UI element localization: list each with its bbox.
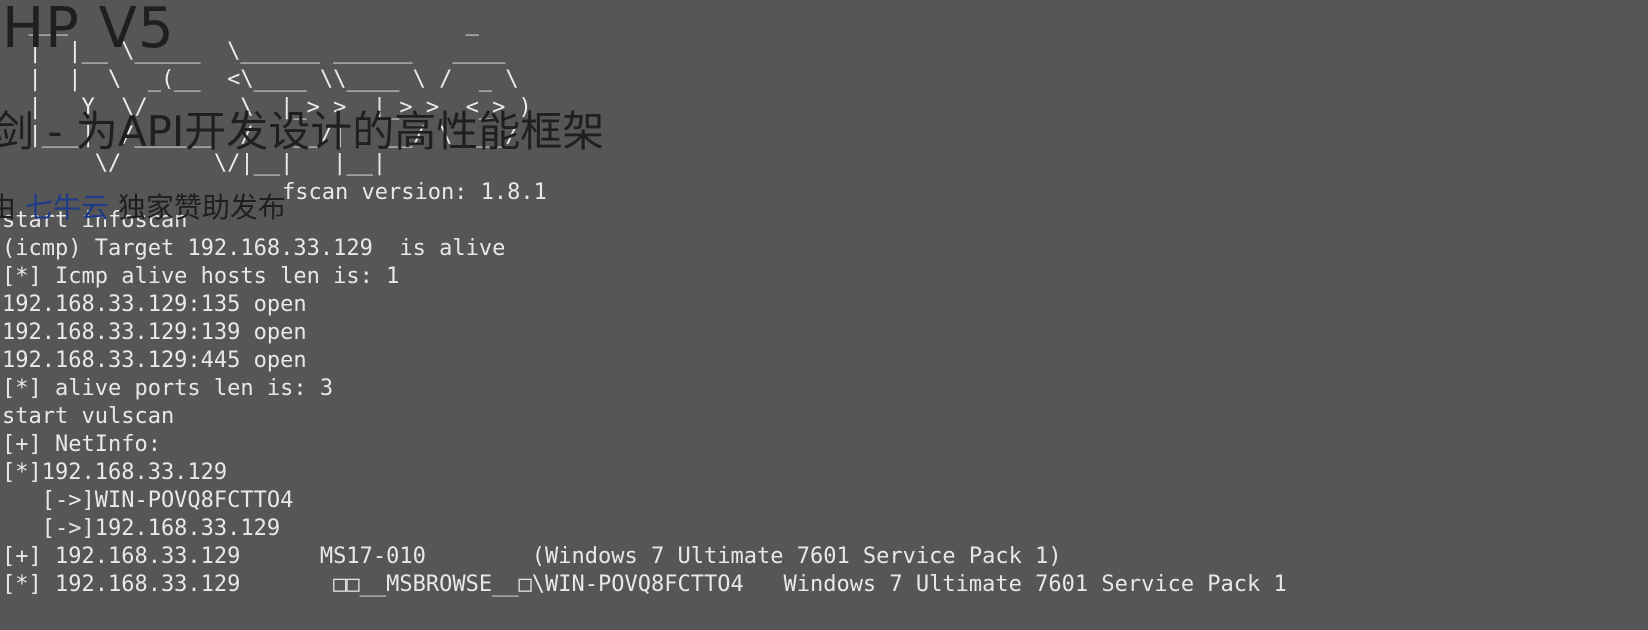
version-line: fscan version: 1.8.1 xyxy=(282,180,547,205)
log-line-4: 192.168.33.129:135 open xyxy=(2,292,307,317)
sponsor-link[interactable]: 七牛云 xyxy=(25,191,109,224)
log-line-6: 192.168.33.129:445 open xyxy=(2,348,307,373)
overlay-sponsor-line: 由 七牛云 独家赞助发布 xyxy=(0,190,286,226)
ascii-line-3: | | \ _(__ <\____ \\____ \ / _ \ xyxy=(2,67,519,92)
log-line-8: start vulscan xyxy=(2,404,175,429)
log-line-3: [*] Icmp alive hosts len is: 1 xyxy=(2,264,400,289)
overlay-subtitle: 剑 - 为API开发设计的高性能框架 xyxy=(0,107,605,156)
screenshot-canvas: ___ _ | |__ \_____ \______ ______ ____ |… xyxy=(0,0,1648,630)
log-line-7: [*] alive ports len is: 3 xyxy=(2,376,334,401)
log-line-11: [->]WIN-POVQ8FCTTO4 xyxy=(2,488,294,513)
log-line-9: [+] NetInfo: xyxy=(2,432,161,457)
terminal-output: ___ _ | |__ \_____ \______ ______ ____ |… xyxy=(0,0,1648,630)
sponsor-prefix: 由 xyxy=(0,191,17,224)
sponsor-suffix: 独家赞助发布 xyxy=(108,191,286,224)
log-line-2: (icmp) Target 192.168.33.129 is alive xyxy=(2,236,506,261)
log-line-5: 192.168.33.129:139 open xyxy=(2,320,307,345)
log-line-13: [+] 192.168.33.129 MS17-010 (Windows 7 U… xyxy=(2,544,1062,569)
log-line-12: [->]192.168.33.129 xyxy=(2,516,281,541)
overlay-title: HP V5 xyxy=(2,0,175,61)
log-line-10: [*]192.168.33.129 xyxy=(2,460,228,485)
log-line-14: [*] 192.168.33.129 □□__MSBROWSE__□\WIN-P… xyxy=(2,572,1287,597)
